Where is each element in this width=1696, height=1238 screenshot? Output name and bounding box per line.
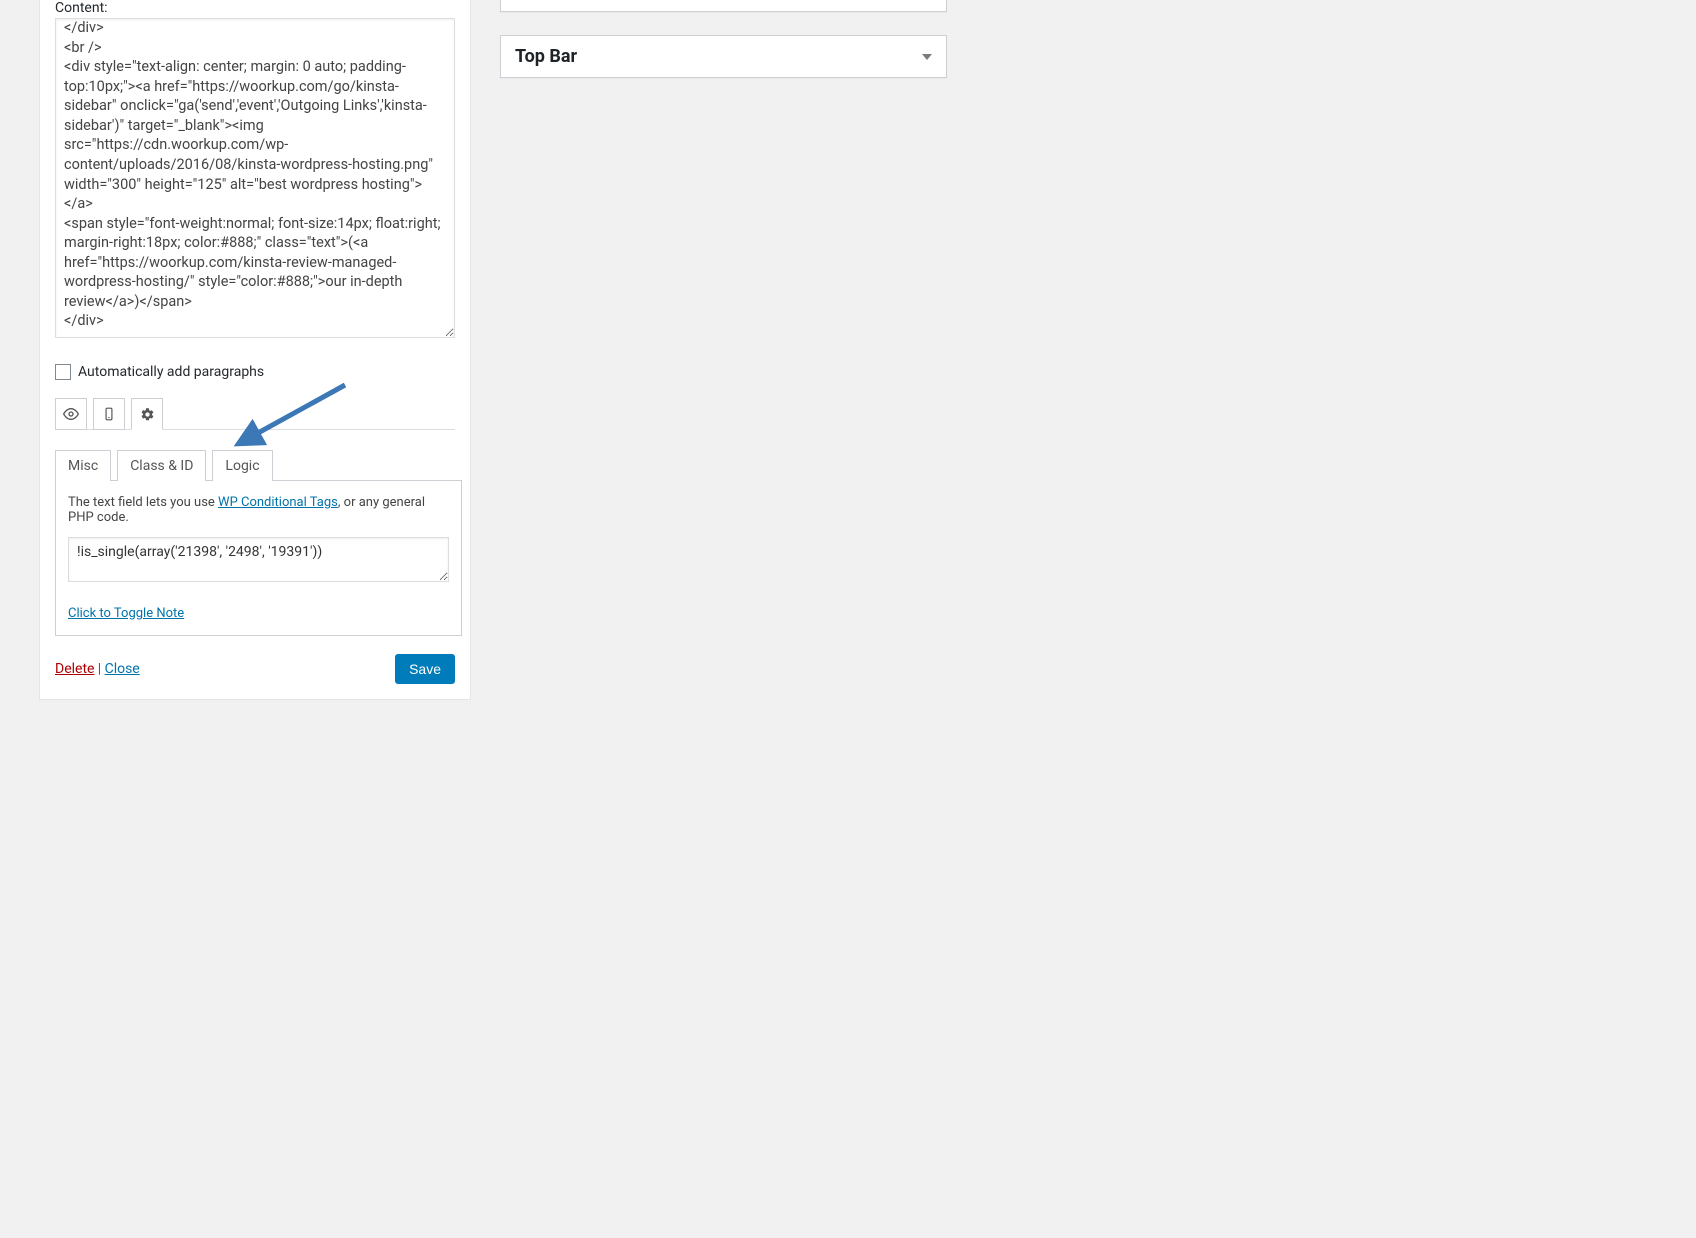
separator: | (98, 661, 105, 677)
icon-tabs (55, 398, 455, 430)
tab-settings[interactable] (131, 398, 163, 430)
meta-box-topbar-title: Top Bar (515, 46, 577, 67)
logic-input[interactable] (68, 537, 449, 582)
logic-help-link[interactable]: WP Conditional Tags (218, 495, 338, 510)
logic-panel: The text field lets you use WP Condition… (55, 480, 462, 636)
sub-tabs: Misc Class & ID Logic (55, 450, 455, 481)
gear-icon (140, 407, 155, 422)
auto-paragraphs-label: Automatically add paragraphs (78, 364, 264, 380)
delete-link[interactable]: Delete (55, 661, 94, 677)
toggle-note-link[interactable]: Click to Toggle Note (68, 606, 184, 621)
eye-icon (63, 406, 79, 422)
tab-logic[interactable]: Logic (212, 450, 272, 481)
widget-actions-left: Delete | Close (55, 661, 140, 677)
widget-actions: Delete | Close Save (55, 654, 455, 684)
phone-icon (102, 407, 116, 421)
auto-paragraphs-label-wrap[interactable]: Automatically add paragraphs (55, 364, 455, 380)
auto-paragraphs-checkbox[interactable] (55, 364, 71, 380)
save-button[interactable]: Save (395, 654, 455, 684)
content-label: Content: (55, 0, 455, 16)
right-meta-column: Top Bar (500, 0, 947, 98)
meta-box-topbar: Top Bar (500, 35, 947, 78)
auto-paragraphs-row: Automatically add paragraphs (55, 364, 455, 380)
logic-help: The text field lets you use WP Condition… (68, 495, 449, 525)
tab-misc[interactable]: Misc (55, 450, 111, 481)
widget-panel: Content: Automatically add paragraphs (39, 0, 471, 700)
meta-box-topbar-header[interactable]: Top Bar (501, 36, 946, 77)
logic-help-pre: The text field lets you use (68, 495, 218, 510)
meta-box-empty (500, 0, 947, 12)
tab-devices[interactable] (93, 398, 125, 430)
tab-class-id[interactable]: Class & ID (117, 450, 206, 481)
chevron-down-icon (922, 54, 932, 60)
tab-visibility[interactable] (55, 398, 87, 430)
close-link[interactable]: Close (105, 661, 140, 677)
content-textarea[interactable] (55, 18, 455, 338)
